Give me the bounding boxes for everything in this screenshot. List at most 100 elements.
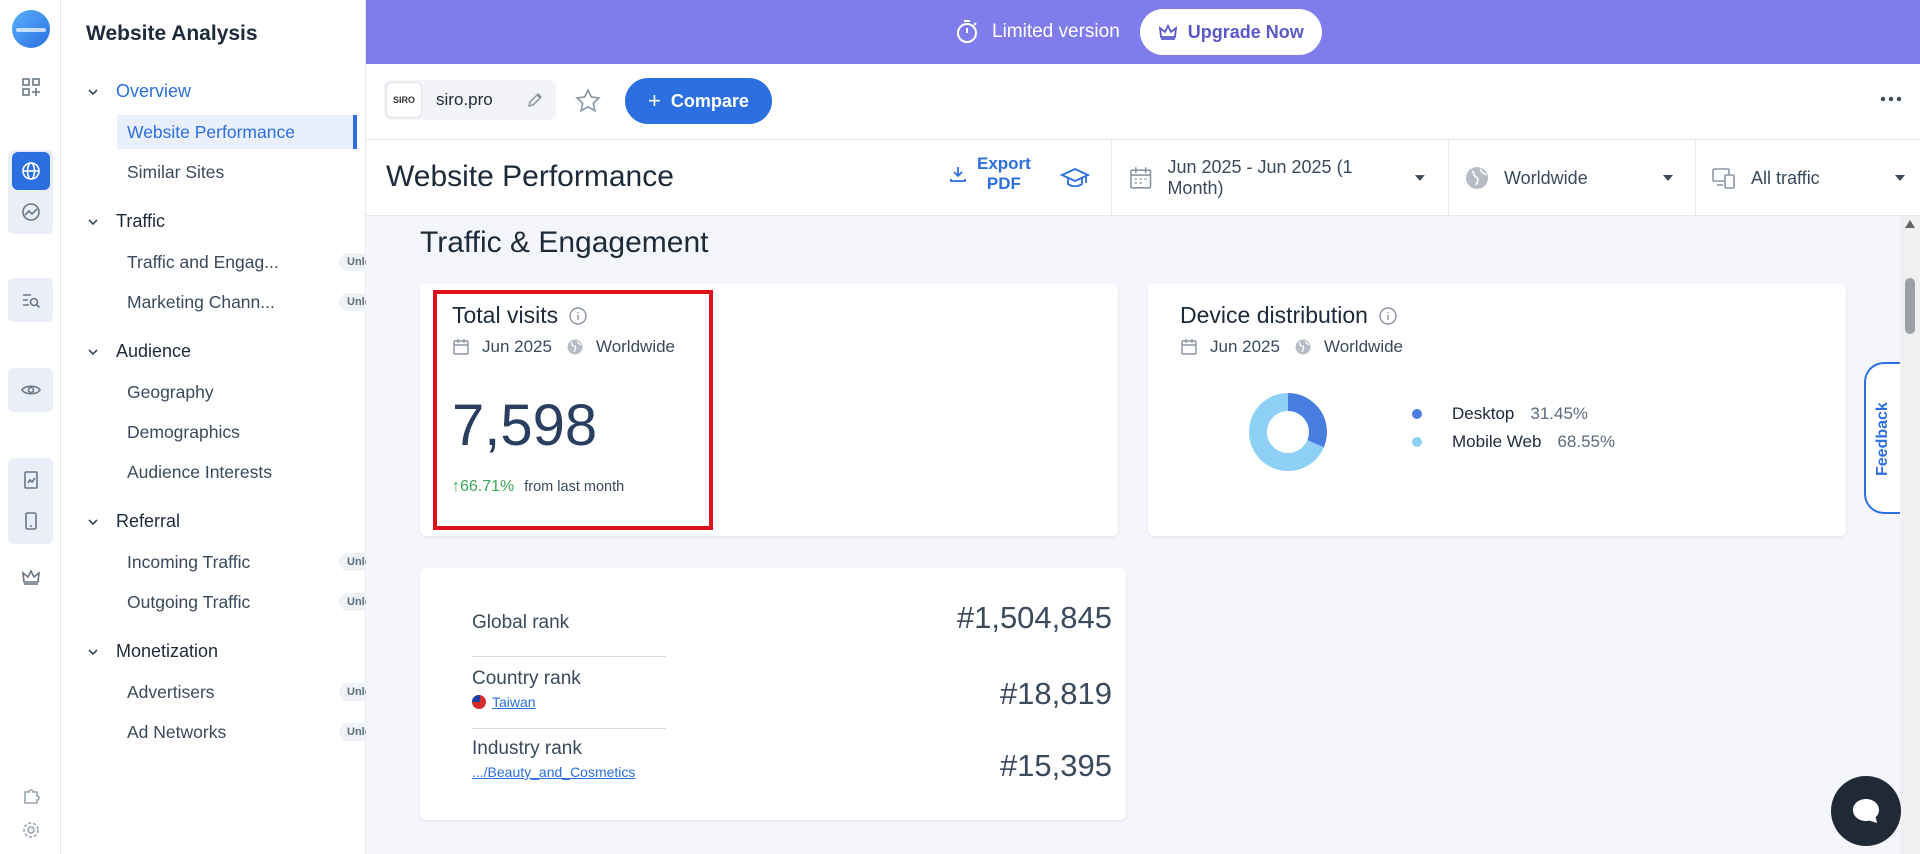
legend-label: Desktop: [1452, 404, 1515, 423]
report-chart-icon[interactable]: [12, 461, 50, 499]
rank-label: Global rank: [472, 612, 570, 633]
item-label: Geography: [127, 381, 214, 402]
device-donut-chart: [1249, 393, 1327, 471]
sidebar-item-ad-networks[interactable]: Ad NetworksUnlock: [117, 715, 392, 749]
legend-dot: [1412, 409, 1422, 419]
sidebar-item-audience-interests[interactable]: Audience Interests: [117, 455, 357, 489]
eye-icon[interactable]: [12, 371, 50, 409]
mobile-icon[interactable]: [12, 502, 50, 540]
traffic-type-filter[interactable]: All traffic: [1711, 140, 1906, 216]
settings-icon[interactable]: [12, 811, 50, 849]
compare-button[interactable]: + Compare: [625, 78, 772, 124]
industry-rank-row: Industry rank .../Beauty_and_Cosmetics #…: [472, 738, 1112, 798]
item-label: Marketing Chann...: [127, 291, 275, 312]
chat-button[interactable]: [1831, 776, 1901, 846]
section-title: Traffic & Engagement: [420, 226, 709, 259]
date-range-label: Jun 2025 - Jun 2025 (1 Month): [1167, 157, 1353, 198]
crown-icon: [1158, 23, 1177, 40]
page-header: Website Performance Export PDF Jun 2025 -…: [366, 140, 1920, 216]
scrollbar[interactable]: [1900, 216, 1920, 854]
divider: [472, 656, 666, 657]
graduation-cap-icon[interactable]: [1060, 164, 1090, 194]
section-label: Overview: [116, 81, 192, 101]
highlight-box: [433, 290, 713, 530]
divider: [1111, 140, 1112, 216]
page-title: Website Performance: [386, 160, 674, 193]
scrollbar-thumb[interactable]: [1905, 278, 1915, 334]
sidebar-section-overview[interactable]: Overview: [86, 81, 191, 102]
stopwatch-icon: [957, 20, 977, 43]
sidebar-item-geography[interactable]: Geography: [117, 375, 357, 409]
card-title: Device distribution: [1180, 302, 1368, 328]
globe-icon[interactable]: [12, 152, 50, 190]
icon-rail: [0, 0, 61, 854]
feedback-label: Feedback: [1874, 402, 1891, 476]
site-selector[interactable]: SIRO siro.pro: [384, 80, 556, 120]
caret-down-icon: [1895, 175, 1905, 181]
sidebar-item-incoming-traffic[interactable]: Incoming TrafficUnlock: [117, 545, 392, 579]
sidebar-section-audience[interactable]: Audience: [86, 341, 191, 362]
limited-version-banner: Limited version Upgrade Now: [366, 0, 1920, 64]
more-options-icon[interactable]: [1880, 94, 1902, 104]
item-label: Ad Networks: [127, 721, 227, 742]
sidebar-section-traffic[interactable]: Traffic: [86, 211, 165, 232]
download-icon: [950, 167, 966, 182]
sidebar-section-referral[interactable]: Referral: [86, 511, 180, 532]
caret-down-icon: [1663, 175, 1673, 181]
caret-down-icon: [1415, 175, 1426, 181]
limited-text: Limited version: [992, 21, 1120, 42]
chevron-down-icon: [88, 648, 98, 655]
taiwan-flag-icon: [472, 695, 486, 709]
industry-rank-value: #15,395: [999, 748, 1112, 783]
pencil-icon[interactable]: [526, 91, 544, 109]
country-rank-row: Country rank Taiwan #18,819: [472, 668, 1112, 728]
globe-chart-icon[interactable]: [12, 193, 50, 231]
sidebar-item-website-performance[interactable]: Website Performance: [117, 115, 357, 149]
sidebar: Website Analysis Overview Website Perfor…: [61, 0, 392, 854]
item-label: Website Performance: [127, 121, 295, 142]
chevron-down-icon: [88, 88, 98, 95]
info-icon[interactable]: [1378, 306, 1398, 326]
section-label: Audience: [116, 341, 192, 361]
star-icon[interactable]: [574, 87, 602, 115]
app-logo[interactable]: [12, 10, 50, 48]
compare-label: Compare: [670, 90, 749, 111]
sidebar-item-marketing-channels[interactable]: Marketing Chann...Unlock: [117, 285, 392, 319]
region-filter[interactable]: Worldwide: [1464, 140, 1674, 216]
puzzle-icon[interactable]: [12, 776, 50, 814]
sidebar-item-advertisers[interactable]: AdvertisersUnlock: [117, 675, 392, 709]
upgrade-now-button[interactable]: Upgrade Now: [1139, 9, 1322, 55]
main-content: Traffic & Engagement Total visits Jun 20…: [366, 216, 1900, 854]
card-region: Worldwide: [1323, 337, 1404, 356]
sidebar-item-traffic-engagement[interactable]: Traffic and Engag...Unlock: [117, 245, 392, 279]
calendar-icon: [1181, 339, 1197, 355]
export-line-2: PDF: [986, 174, 1021, 193]
item-label: Advertisers: [127, 681, 215, 702]
divider: [1448, 140, 1449, 216]
date-range-filter[interactable]: Jun 2025 - Jun 2025 (1 Month): [1128, 140, 1426, 216]
sidebar-item-demographics[interactable]: Demographics: [117, 415, 357, 449]
crown-icon[interactable]: [12, 558, 50, 596]
legend-mobile-web: Mobile Web 68.55%: [1412, 432, 1615, 452]
site-toolbar: SIRO siro.pro + Compare: [366, 64, 1920, 140]
dashboard-add-icon[interactable]: [12, 68, 50, 106]
country-rank-value: #18,819: [999, 676, 1112, 711]
keyword-search-icon[interactable]: [12, 281, 50, 319]
limited-version-label: Limited version: [954, 19, 1120, 45]
sidebar-title: Website Analysis: [86, 22, 258, 45]
feedback-tab[interactable]: Feedback: [1864, 362, 1904, 514]
scroll-up-icon[interactable]: [1905, 220, 1915, 228]
divider: [472, 728, 666, 729]
export-pdf-button[interactable]: Export PDF: [949, 154, 1031, 194]
item-label: Traffic and Engag...: [127, 251, 279, 272]
section-label: Monetization: [116, 641, 219, 661]
donut-slice-desktop[interactable]: [1287, 393, 1327, 448]
upgrade-label: Upgrade Now: [1187, 21, 1304, 42]
global-rank-row: Global rank #1,504,845: [472, 598, 1112, 658]
sidebar-section-monetization[interactable]: Monetization: [86, 641, 218, 662]
globe-icon: [1295, 339, 1311, 355]
legend-dot: [1412, 437, 1422, 447]
sidebar-item-similar-sites[interactable]: Similar Sites: [117, 155, 357, 189]
legend-desktop: Desktop 31.45%: [1412, 404, 1588, 424]
sidebar-item-outgoing-traffic[interactable]: Outgoing TrafficUnlock: [117, 585, 392, 619]
